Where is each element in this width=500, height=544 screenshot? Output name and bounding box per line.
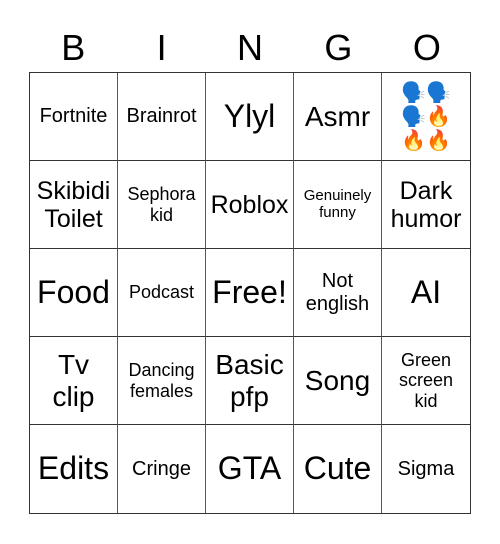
- bingo-cell[interactable]: Ylyl: [206, 73, 294, 161]
- header-letter-o: O: [412, 27, 441, 68]
- header-letter-n: N: [237, 27, 264, 68]
- bingo-cell[interactable]: Sephora kid: [118, 161, 206, 249]
- bingo-cell[interactable]: Tv clip: [30, 337, 118, 425]
- bingo-cell[interactable]: Fortnite: [30, 73, 118, 161]
- header-letter-b: B: [61, 27, 86, 68]
- bingo-header: B I N G O: [29, 24, 471, 72]
- bingo-cell[interactable]: Free!: [206, 249, 294, 337]
- bingo-cell[interactable]: Podcast: [118, 249, 206, 337]
- header-letter-i: I: [156, 27, 167, 68]
- bingo-cell[interactable]: Song: [294, 337, 382, 425]
- bingo-cell[interactable]: Dancing females: [118, 337, 206, 425]
- bingo-cell[interactable]: AI: [382, 249, 470, 337]
- bingo-cell[interactable]: Sigma: [382, 425, 470, 513]
- bingo-cell[interactable]: Food: [30, 249, 118, 337]
- bingo-cell[interactable]: Roblox: [206, 161, 294, 249]
- bingo-cell[interactable]: Cringe: [118, 425, 206, 513]
- bingo-cell[interactable]: Brainrot: [118, 73, 206, 161]
- bingo-cell[interactable]: Genuinely funny: [294, 161, 382, 249]
- bingo-cell[interactable]: Skibidi Toilet: [30, 161, 118, 249]
- bingo-cell[interactable]: Edits: [30, 425, 118, 513]
- bingo-cell[interactable]: Dark humor: [382, 161, 470, 249]
- bingo-cell[interactable]: Asmr: [294, 73, 382, 161]
- bingo-cell[interactable]: GTA: [206, 425, 294, 513]
- bingo-cell[interactable]: Not english: [294, 249, 382, 337]
- bingo-cell[interactable]: Cute: [294, 425, 382, 513]
- bingo-grid: Fortnite Brainrot Ylyl Asmr 🗣️🗣️ 🗣️🔥 🔥🔥 Skibi…: [29, 72, 471, 514]
- bingo-cell[interactable]: Green screen kid: [382, 337, 470, 425]
- header-letter-g: G: [324, 27, 353, 68]
- bingo-cell[interactable]: Basic pfp: [206, 337, 294, 425]
- bingo-cell[interactable]: 🗣️🗣️ 🗣️🔥 🔥🔥: [382, 73, 470, 161]
